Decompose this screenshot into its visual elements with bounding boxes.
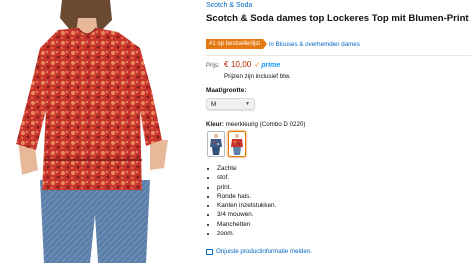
color-value: meerkleurig (Combo D 0220)	[225, 121, 306, 128]
size-label: Maat/grootte:	[206, 87, 247, 94]
color-swatches	[207, 131, 246, 157]
size-dropdown[interactable]: M ▼	[206, 98, 255, 110]
size-selected-value: M	[211, 100, 217, 108]
blue-floral-variant-icon	[209, 133, 223, 155]
list-item: Manchetten	[217, 220, 276, 229]
bestseller-category-link[interactable]: in Blouses & overhemden dames	[269, 41, 360, 48]
color-label: Kleur:	[206, 121, 224, 128]
list-item: 3/4 mouwen.	[217, 210, 276, 219]
color-row: Kleur: meerkleurig (Combo D 0220)	[206, 121, 305, 128]
feature-bullets: Zachte stof. print. Ronde hals. Kanten i…	[213, 164, 276, 238]
price-label: Prijs:	[206, 62, 220, 69]
list-item: zoom.	[217, 229, 276, 238]
bestseller-badge[interactable]: #1 op bestsellerlijst	[206, 39, 268, 49]
prime-badge[interactable]: ✓ prime	[254, 61, 281, 70]
chevron-down-icon: ▼	[245, 101, 250, 107]
brand-link[interactable]: Scotch & Soda	[206, 2, 252, 9]
list-item: stof.	[217, 173, 276, 182]
product-photo	[16, 0, 168, 263]
color-swatch-red[interactable]	[228, 131, 246, 157]
list-item: Ronde hals.	[217, 192, 276, 201]
list-item: Zachte	[217, 164, 276, 173]
report-product-info-link[interactable]: Onjuiste productinformatie melden.	[206, 248, 312, 255]
list-item: print.	[217, 183, 276, 192]
product-title: Scotch & Soda dames top Lockeres Top mit…	[206, 13, 469, 24]
divider	[206, 55, 471, 56]
color-swatch-blue[interactable]	[207, 131, 225, 157]
message-icon	[206, 248, 213, 255]
prime-label: prime	[261, 61, 281, 69]
vat-note: Prijzen zijn inclusief btw.	[224, 73, 291, 80]
prime-check-icon: ✓	[254, 62, 261, 69]
price-value: € 10,00	[224, 60, 252, 69]
product-image[interactable]	[0, 0, 200, 263]
list-item: Kanten inzetstukken.	[217, 201, 276, 210]
price-row: Prijs: € 10,00 ✓ prime	[206, 60, 280, 69]
bestseller-rank: #1 op bestsellerlijst in Blouses & overh…	[206, 39, 360, 49]
report-link-label: Onjuiste productinformatie melden.	[216, 248, 312, 255]
red-floral-variant-icon	[230, 133, 244, 155]
